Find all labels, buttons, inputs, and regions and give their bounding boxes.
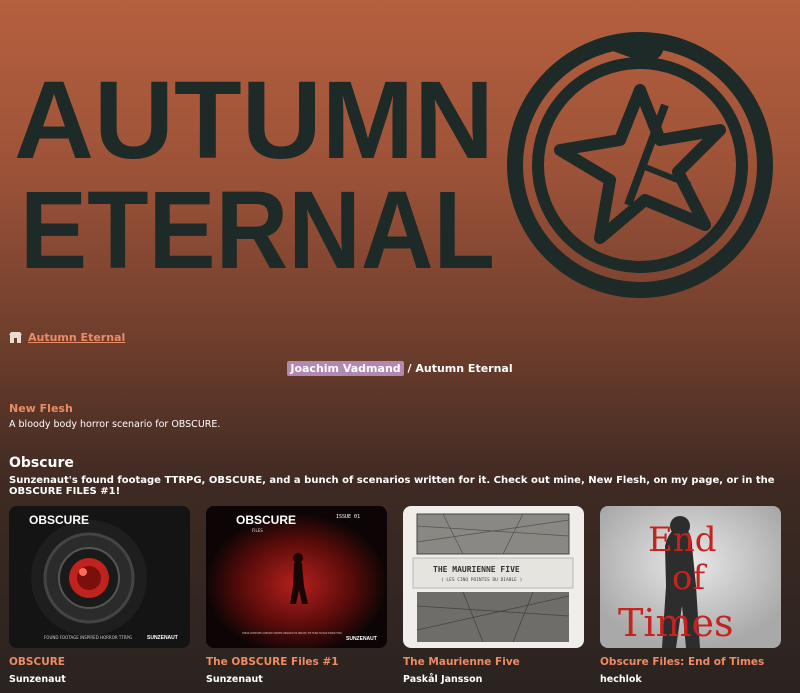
- author-link[interactable]: Joachim Vadmand: [287, 361, 404, 376]
- game-title[interactable]: Obscure Files: End of Times: [600, 656, 781, 668]
- game-author[interactable]: Sunzenaut: [206, 674, 387, 685]
- cover-issue: ISSUE 01: [336, 514, 360, 520]
- cover-logo: OBSCURE: [236, 513, 296, 527]
- game-title[interactable]: The Maurienne Five: [403, 656, 584, 668]
- cover-tagline: FOUND FOOTAGE INSPIRED HORROR TTRPG: [44, 635, 132, 640]
- cover-sub: FILES: [252, 528, 263, 533]
- game-card[interactable]: THE MAURIENNE FIVE ( LES CINQ POINTES DU…: [403, 506, 584, 685]
- collection-section: Obscure Sunzenaut's found footage TTRPG,…: [9, 455, 794, 497]
- featured-game-title[interactable]: New Flesh: [9, 402, 220, 415]
- store-icon: [9, 331, 22, 344]
- game-title[interactable]: The OBSCURE Files #1: [206, 656, 387, 668]
- breadcrumb-separator: /: [407, 362, 412, 375]
- cover-logo: THE MAURIENNE FIVE: [433, 565, 520, 574]
- game-author[interactable]: Sunzenaut: [9, 674, 190, 685]
- game-cover[interactable]: OBSCURE FOUND FOOTAGE INSPIRED HORROR TT…: [9, 506, 190, 648]
- cover-publisher: SUNZENAUT: [147, 635, 178, 641]
- cover-publisher: SUNZENAUT: [346, 636, 377, 642]
- banner-title-line2: ETERNAL: [20, 169, 495, 292]
- game-cover[interactable]: End of Times: [600, 506, 781, 648]
- collection-description: Sunzenaut's found footage TTRPG, OBSCURE…: [9, 475, 775, 497]
- game-card[interactable]: OBSCURE FOUND FOOTAGE INSPIRED HORROR TT…: [9, 506, 190, 685]
- cover-line2: of: [672, 558, 707, 598]
- collection-heading: Obscure: [9, 455, 74, 471]
- featured-game: New Flesh A bloody body horror scenario …: [9, 402, 220, 430]
- cover-sub: ( LES CINQ POINTES DU DIABLE ): [441, 577, 522, 583]
- breadcrumb: Autumn Eternal: [9, 331, 125, 344]
- cover-line3: Times: [618, 601, 734, 645]
- featured-game-description: A bloody body horror scenario for OBSCUR…: [9, 419, 221, 430]
- collection-link[interactable]: Autumn Eternal: [28, 331, 125, 344]
- game-author[interactable]: Paskål Jansson: [403, 674, 584, 685]
- cover-logo: OBSCURE: [29, 513, 89, 527]
- cover-tagline: TWELVE ADVENTURES COMMUNITY-CREATED SCEN…: [241, 631, 342, 635]
- cover-line1: End: [648, 520, 716, 560]
- game-author[interactable]: hechlok: [600, 674, 781, 685]
- header-banner: AUTUMN ETERNAL: [0, 0, 800, 320]
- game-card[interactable]: OBSCURE FILES ISSUE 01 TWELVE ADVENTURES…: [206, 506, 387, 685]
- game-cover[interactable]: OBSCURE FILES ISSUE 01 TWELVE ADVENTURES…: [206, 506, 387, 648]
- banner-title-line1: AUTUMN: [14, 59, 494, 182]
- ouroboros-leaf-logo-icon: [507, 32, 773, 298]
- page-title: Autumn Eternal: [415, 362, 513, 375]
- page-header: Joachim Vadmand / Autumn Eternal: [0, 361, 800, 376]
- game-title[interactable]: OBSCURE: [9, 656, 190, 668]
- game-grid: OBSCURE FOUND FOOTAGE INSPIRED HORROR TT…: [9, 506, 781, 685]
- game-card[interactable]: End of Times Obscure Files: End of Times…: [600, 506, 781, 685]
- game-cover[interactable]: THE MAURIENNE FIVE ( LES CINQ POINTES DU…: [403, 506, 584, 648]
